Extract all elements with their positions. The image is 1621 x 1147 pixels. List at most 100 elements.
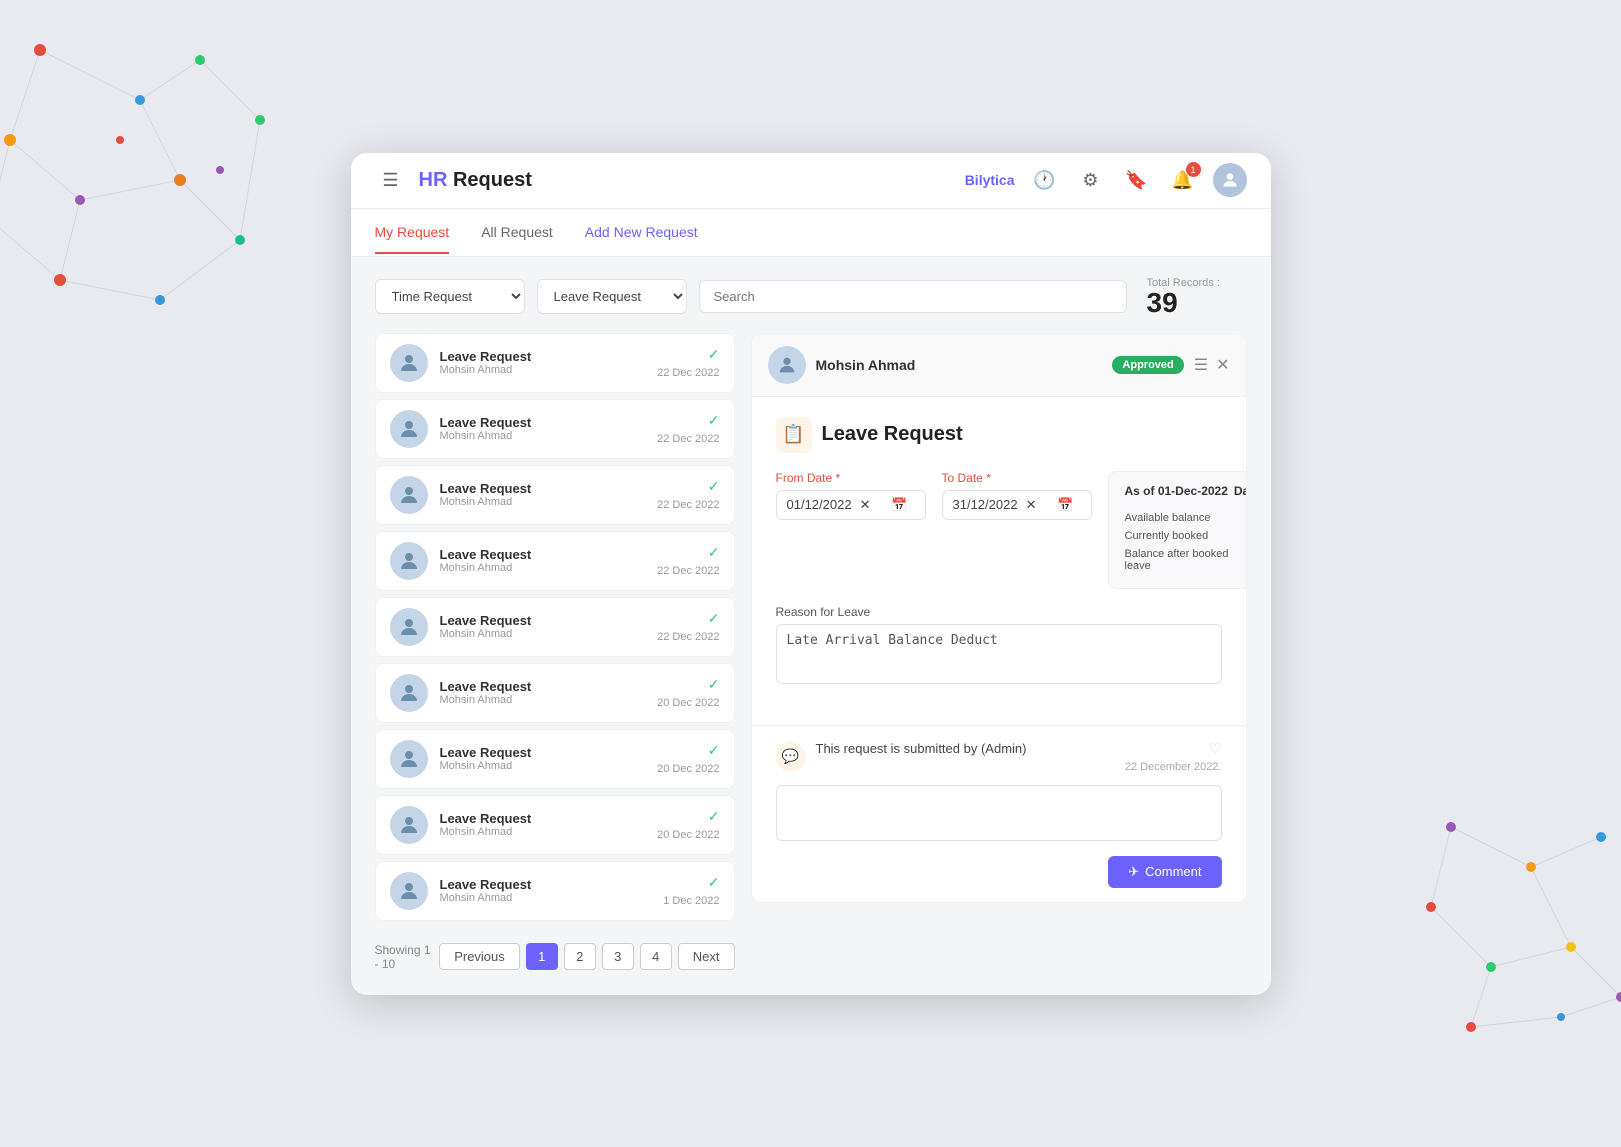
list-item[interactable]: Leave Request Mohsin Ahmad ✓ 22 Dec 2022: [375, 531, 735, 591]
search-input[interactable]: [699, 280, 1127, 313]
request-person: Mohsin Ahmad: [440, 364, 658, 376]
request-avatar: [390, 608, 428, 646]
from-date-input[interactable]: 01/12/2022 ✕ 📅: [776, 490, 926, 520]
comment-button[interactable]: ✈ Comment: [1108, 856, 1221, 888]
content-columns: Leave Request Mohsin Ahmad ✓ 22 Dec 2022…: [375, 333, 1247, 975]
nav-add-request[interactable]: Add New Request: [585, 210, 698, 254]
balance-after-label: Balance after booked leave: [1125, 548, 1234, 572]
check-icon: ✓: [708, 346, 720, 363]
request-title: Leave Request: [440, 679, 658, 694]
user-avatar[interactable]: [1213, 163, 1247, 197]
clock-button[interactable]: 🕐: [1029, 164, 1061, 196]
check-icon: ✓: [708, 742, 720, 759]
detail-user-name: Mohsin Ahmad: [816, 357, 1113, 373]
request-person: Mohsin Ahmad: [440, 496, 658, 508]
from-date-calendar[interactable]: 📅: [891, 497, 914, 513]
leave-icon: 📋: [776, 417, 812, 453]
category-dropdown[interactable]: Leave Request: [537, 279, 687, 314]
to-date-value: 31/12/2022: [953, 497, 1018, 512]
page-3-button[interactable]: 3: [602, 943, 634, 970]
detail-avatar: [768, 346, 806, 384]
request-person: Mohsin Ahmad: [440, 892, 664, 904]
request-date: 22 Dec 2022: [657, 631, 719, 643]
comment-icon: 💬: [776, 742, 806, 772]
check-icon: ✓: [708, 478, 720, 495]
leave-title: Leave Request: [822, 423, 963, 446]
to-date-calendar[interactable]: 📅: [1057, 497, 1080, 513]
page-1-button[interactable]: 1: [526, 943, 558, 970]
request-meta: ✓ 1 Dec 2022: [663, 874, 719, 907]
request-meta: ✓ 20 Dec 2022: [657, 676, 719, 709]
detail-section-title: 📋 Leave Request: [776, 417, 1222, 453]
from-date-value: 01/12/2022: [787, 497, 852, 512]
detail-actions: ☰ ✕: [1194, 355, 1230, 375]
request-avatar: [390, 806, 428, 844]
request-person: Mohsin Ahmad: [440, 430, 658, 442]
top-bar-actions: Bilytica 🕐 ⚙ 🔖 🔔 1: [965, 163, 1247, 197]
detail-body: 📋 Leave Request From Date * 01/12/2022 ✕: [752, 397, 1246, 725]
bookmark-button[interactable]: 🔖: [1121, 164, 1153, 196]
list-item[interactable]: Leave Request Mohsin Ahmad ✓ 22 Dec 2022: [375, 399, 735, 459]
list-item[interactable]: Leave Request Mohsin Ahmad ✓ 22 Dec 2022: [375, 333, 735, 393]
request-info: Leave Request Mohsin Ahmad: [440, 547, 658, 574]
request-meta: ✓ 22 Dec 2022: [657, 412, 719, 445]
request-date: 20 Dec 2022: [657, 829, 719, 841]
list-item[interactable]: Leave Request Mohsin Ahmad ✓ 22 Dec 2022: [375, 597, 735, 657]
comment-header: 💬 This request is submitted by (Admin) ♡…: [776, 740, 1222, 773]
sub-nav: My Request All Request Add New Request: [351, 209, 1271, 257]
list-item[interactable]: Leave Request Mohsin Ahmad ✓ 1 Dec 2022: [375, 861, 735, 921]
day-col-label: Day(s): [1234, 484, 1247, 498]
request-meta: ✓ 22 Dec 2022: [657, 610, 719, 643]
to-date-input[interactable]: 31/12/2022 ✕ 📅: [942, 490, 1092, 520]
comment-submit-row: ✈ Comment: [776, 856, 1222, 888]
type-dropdown[interactable]: Time Request: [375, 279, 525, 314]
check-icon: ✓: [708, 610, 720, 627]
request-avatar: [390, 872, 428, 910]
comment-input[interactable]: [776, 785, 1222, 841]
brand-label: Bilytica: [965, 172, 1015, 188]
approved-badge: Approved: [1112, 356, 1183, 374]
detail-header: Mohsin Ahmad Approved ☰ ✕: [752, 334, 1246, 397]
request-info: Leave Request Mohsin Ahmad: [440, 877, 664, 904]
list-item[interactable]: Leave Request Mohsin Ahmad ✓ 20 Dec 2022: [375, 663, 735, 723]
more-options-button[interactable]: ☰: [1194, 355, 1208, 375]
request-date: 22 Dec 2022: [657, 565, 719, 577]
request-title: Leave Request: [440, 811, 658, 826]
settings-button[interactable]: ⚙: [1075, 164, 1107, 196]
request-list: Leave Request Mohsin Ahmad ✓ 22 Dec 2022…: [375, 333, 735, 921]
list-item[interactable]: Leave Request Mohsin Ahmad ✓ 22 Dec 2022: [375, 465, 735, 525]
check-icon: ✓: [708, 874, 720, 891]
list-item[interactable]: Leave Request Mohsin Ahmad ✓ 20 Dec 2022: [375, 729, 735, 789]
request-info: Leave Request Mohsin Ahmad: [440, 613, 658, 640]
total-records: Total Records : 39: [1147, 277, 1247, 317]
notification-button[interactable]: 🔔 1: [1167, 164, 1199, 196]
available-balance-label: Available balance: [1125, 512, 1211, 526]
heart-icon[interactable]: ♡: [1209, 740, 1222, 757]
nav-all-request[interactable]: All Request: [481, 210, 553, 254]
request-date: 22 Dec 2022: [657, 367, 719, 379]
to-date-clear[interactable]: ✕: [1026, 497, 1049, 513]
from-date-clear[interactable]: ✕: [860, 497, 883, 513]
nav-my-request[interactable]: My Request: [375, 210, 450, 254]
request-date: 20 Dec 2022: [657, 763, 719, 775]
comment-button-label: Comment: [1145, 864, 1201, 879]
request-meta: ✓ 20 Dec 2022: [657, 808, 719, 841]
page-2-button[interactable]: 2: [564, 943, 596, 970]
list-item[interactable]: Leave Request Mohsin Ahmad ✓ 20 Dec 2022: [375, 795, 735, 855]
next-button[interactable]: Next: [678, 943, 735, 970]
close-detail-button[interactable]: ✕: [1216, 355, 1229, 375]
menu-button[interactable]: ☰: [375, 164, 407, 196]
request-info: Leave Request Mohsin Ahmad: [440, 415, 658, 442]
request-info: Leave Request Mohsin Ahmad: [440, 679, 658, 706]
check-icon: ✓: [708, 676, 720, 693]
from-date-label: From Date *: [776, 471, 926, 485]
to-date-group: To Date * 31/12/2022 ✕ 📅: [942, 471, 1092, 589]
reason-textarea[interactable]: Late Arrival Balance Deduct: [776, 624, 1222, 684]
reason-group: Reason for Leave Late Arrival Balance De…: [776, 605, 1222, 689]
request-person: Mohsin Ahmad: [440, 826, 658, 838]
prev-button[interactable]: Previous: [439, 943, 520, 970]
request-meta: ✓ 20 Dec 2022: [657, 742, 719, 775]
page-4-button[interactable]: 4: [640, 943, 672, 970]
title-prefix: HR: [419, 169, 453, 191]
request-person: Mohsin Ahmad: [440, 760, 658, 772]
